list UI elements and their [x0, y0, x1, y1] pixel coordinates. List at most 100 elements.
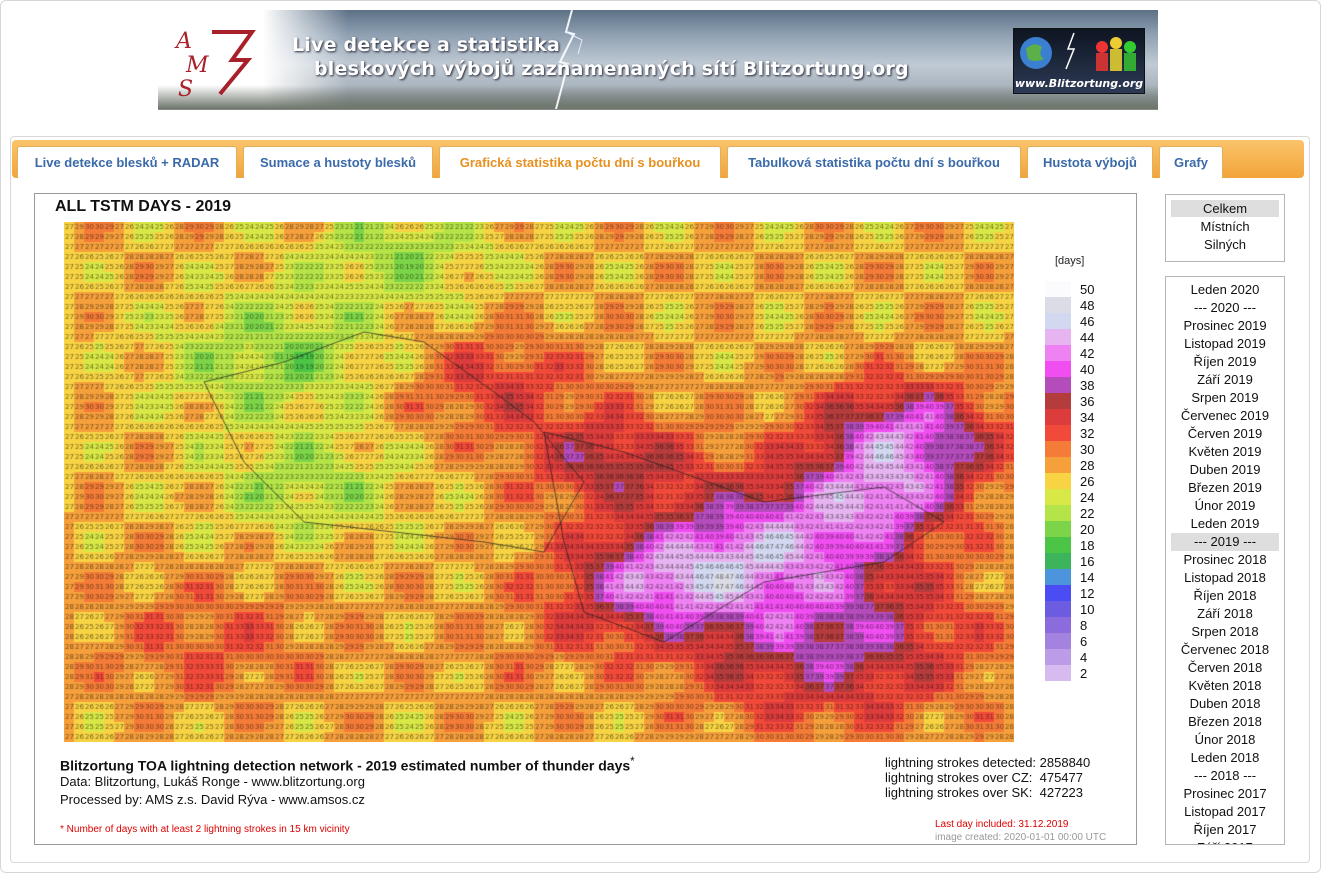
month-item[interactable]: Září 2019: [1171, 371, 1279, 389]
banner-title-line1: Live detekce a statistika: [292, 34, 560, 56]
legend-label: 46: [1080, 314, 1095, 329]
legend-label: 2: [1080, 666, 1088, 681]
tab-5[interactable]: Grafy: [1159, 146, 1223, 178]
legend-swatch: [1045, 553, 1071, 569]
legend-label: 44: [1080, 330, 1095, 345]
map-footer-title-mark: *: [630, 755, 635, 768]
legend-swatch: [1045, 377, 1071, 393]
month-item[interactable]: Prosinec 2019: [1171, 317, 1279, 335]
legend-label: 32: [1080, 426, 1095, 441]
legend-swatch: [1045, 281, 1071, 297]
legend-swatch: [1045, 329, 1071, 345]
map-title: ALL TSTM DAYS - 2019: [55, 198, 232, 215]
tab-4[interactable]: Hustota výbojů: [1027, 146, 1153, 178]
tab-1[interactable]: Sumace a hustoty blesků: [243, 146, 433, 178]
tab-3[interactable]: Tabulková statistika počtu dní s bouřkou: [727, 146, 1021, 178]
month-item[interactable]: Květen 2018: [1171, 677, 1279, 695]
map-footer-data: Data: Blitzortung, Lukáš Ronge - www.bli…: [60, 774, 365, 789]
type-option-1[interactable]: Místních: [1171, 218, 1279, 235]
tab-0[interactable]: Live detekce blesků + RADAR: [17, 146, 237, 178]
month-item[interactable]: Leden 2019: [1171, 515, 1279, 533]
legend-swatch: [1045, 537, 1071, 553]
legend-label: 30: [1080, 442, 1095, 457]
month-item[interactable]: Prosinec 2017: [1171, 785, 1279, 803]
month-item[interactable]: Listopad 2019: [1171, 335, 1279, 353]
stat-cz: lightning strokes over CZ: 475477: [885, 770, 1083, 785]
type-selector: Celkem Místních Silných: [1165, 194, 1285, 262]
legend-swatch: [1045, 361, 1071, 377]
legend-swatch: [1045, 569, 1071, 585]
blitzortung-logo-text: www.Blitzortung.org: [1014, 77, 1144, 90]
legend-swatch: [1045, 617, 1071, 633]
logo-letter-m: M: [185, 53, 209, 78]
month-item[interactable]: Březen 2019: [1171, 479, 1279, 497]
legend-label: 16: [1080, 554, 1095, 569]
month-item[interactable]: Leden 2018: [1171, 749, 1279, 767]
year-separator: --- 2020 ---: [1193, 300, 1257, 315]
month-item[interactable]: Listopad 2018: [1171, 569, 1279, 587]
month-item[interactable]: Červen 2018: [1171, 659, 1279, 677]
map-footer-processed: Processed by: AMS z.s. David Rýva - www.…: [60, 792, 365, 807]
month-item[interactable]: Listopad 2017: [1171, 803, 1279, 821]
legend-label: 10: [1080, 602, 1095, 617]
tab-2[interactable]: Grafická statistika počtu dní s bouřkou: [439, 146, 721, 178]
legend-label: 8: [1080, 618, 1088, 633]
logo-letter-s: S: [178, 77, 193, 100]
legend-swatch: [1045, 601, 1071, 617]
legend-swatch: [1045, 521, 1071, 537]
legend-label: 4: [1080, 650, 1088, 665]
month-item[interactable]: Srpen 2018: [1171, 623, 1279, 641]
legend-label: 12: [1080, 586, 1095, 601]
stat-sk: lightning strokes over SK: 427223: [885, 785, 1084, 800]
month-item[interactable]: Červenec 2019: [1171, 407, 1279, 425]
legend-swatch: [1045, 633, 1071, 649]
stat-detected: lightning strokes detected: 2858840: [885, 755, 1091, 770]
legend-swatch: [1045, 649, 1071, 665]
legend-swatch: [1045, 489, 1071, 505]
legend-label: 18: [1080, 538, 1095, 553]
month-list: Leden 2020 --- 2020 --- Prosinec 2019 Listo…: [1165, 276, 1285, 845]
month-item[interactable]: Březen 2018: [1171, 713, 1279, 731]
legend-swatch: [1045, 409, 1071, 425]
month-item[interactable]: Duben 2018: [1171, 695, 1279, 713]
legend-label: 14: [1080, 570, 1095, 585]
month-item[interactable]: Leden 2020: [1171, 281, 1279, 299]
ams-logo[interactable]: A M S: [172, 20, 258, 100]
month-item[interactable]: Říjen 2018: [1171, 587, 1279, 605]
banner-title-line2: bleskových výbojů zaznamenaných sítí Bli…: [314, 58, 909, 80]
thunder-days-map: [64, 222, 1014, 742]
month-item[interactable]: Říjen 2019: [1171, 353, 1279, 371]
legend-label: 40: [1080, 362, 1095, 377]
legend-swatch: [1045, 425, 1071, 441]
legend-label: 20: [1080, 522, 1095, 537]
month-item[interactable]: Červen 2019: [1171, 425, 1279, 443]
map-footer-title-text: Blitzortung TOA lightning detection netw…: [60, 757, 631, 774]
legend-unit: [days]: [1055, 255, 1085, 267]
legend-swatch: [1045, 665, 1071, 681]
map-footer-title: Blitzortung TOA lightning detection netw…: [60, 755, 635, 774]
legend-swatch: [1045, 473, 1071, 489]
map-footnote: * Number of days with at least 2 lightni…: [60, 824, 350, 835]
month-item[interactable]: Srpen 2019: [1171, 389, 1279, 407]
month-item[interactable]: Říjen 2017: [1171, 821, 1279, 839]
last-day-included: Last day included: 31.12.2019: [935, 819, 1069, 830]
month-item[interactable]: Září 2017: [1171, 839, 1279, 844]
legend-label: 6: [1080, 634, 1088, 649]
blitzortung-logo[interactable]: www.Blitzortung.org: [1013, 28, 1145, 94]
month-item[interactable]: Květen 2019: [1171, 443, 1279, 461]
logo-letter-a: A: [174, 29, 192, 54]
month-item[interactable]: Září 2018: [1171, 605, 1279, 623]
month-item[interactable]: Únor 2018: [1171, 731, 1279, 749]
globe-icon: [1020, 32, 1136, 71]
month-item[interactable]: Červenec 2018: [1171, 641, 1279, 659]
legend-label: 28: [1080, 458, 1095, 473]
legend-swatch: [1045, 505, 1071, 521]
year-separator: --- 2019 ---: [1171, 533, 1279, 551]
month-item[interactable]: Prosinec 2018: [1171, 551, 1279, 569]
type-option-0[interactable]: Celkem: [1171, 200, 1279, 217]
month-item[interactable]: Únor 2019: [1171, 497, 1279, 515]
legend-label: 42: [1080, 346, 1095, 361]
banner-ground: [158, 85, 1158, 109]
month-item[interactable]: Duben 2019: [1171, 461, 1279, 479]
type-option-2[interactable]: Silných: [1171, 236, 1279, 253]
